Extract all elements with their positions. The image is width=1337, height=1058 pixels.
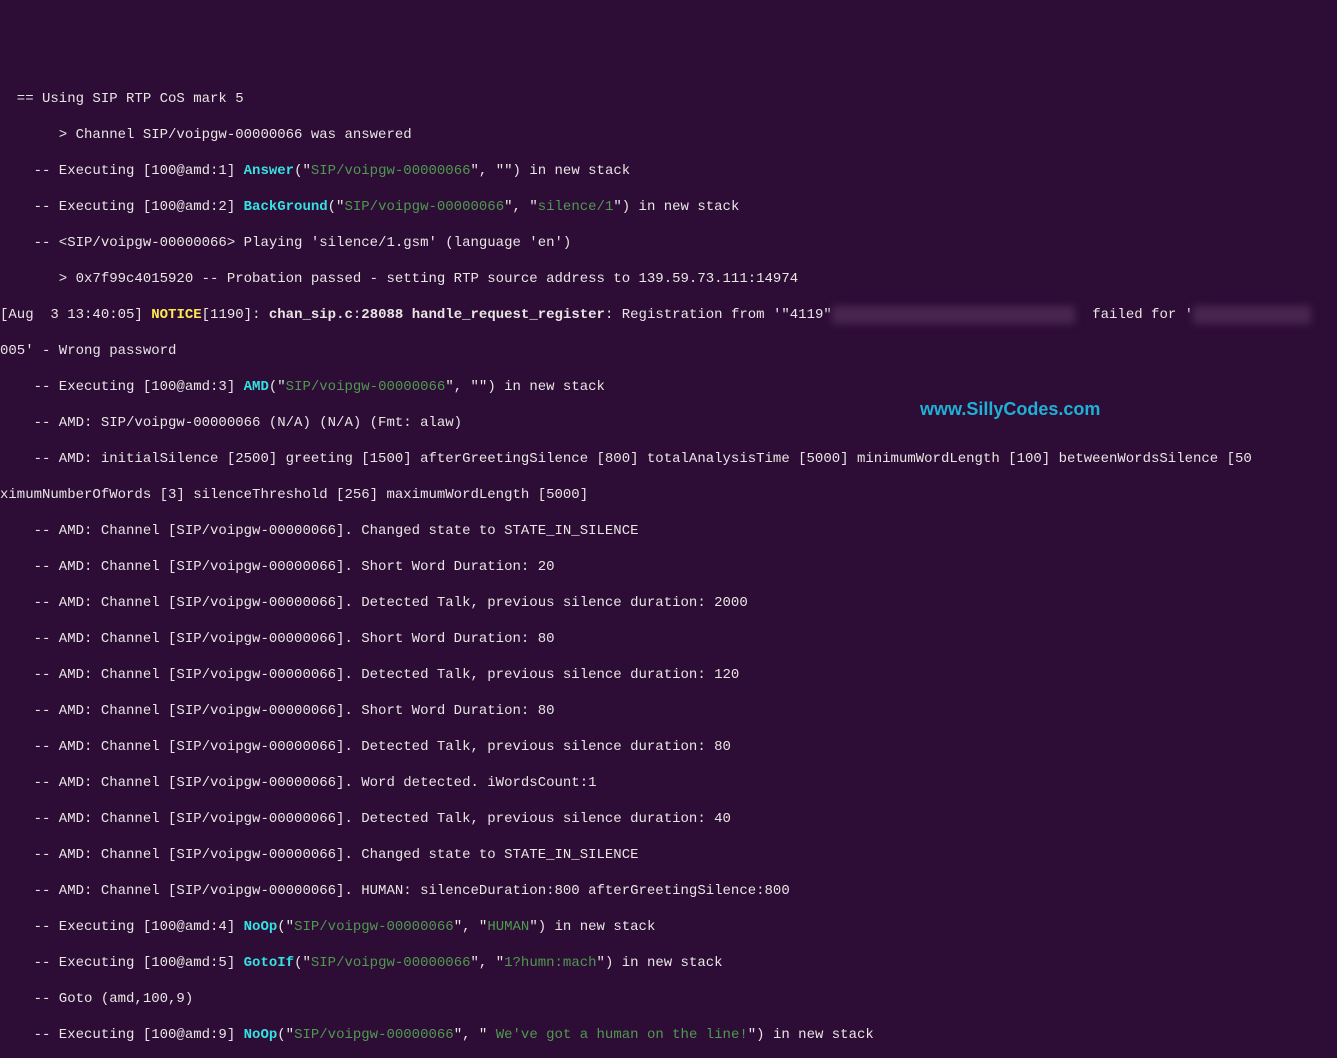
- log-line: > Channel SIP/voipgw-00000066 was answer…: [0, 126, 1337, 144]
- log-line: -- AMD: initialSilence [2500] greeting […: [0, 450, 1337, 468]
- log-line: -- AMD: Channel [SIP/voipgw-00000066]. S…: [0, 558, 1337, 576]
- log-line: -- AMD: Channel [SIP/voipgw-00000066]. C…: [0, 846, 1337, 864]
- log-line: -- AMD: Channel [SIP/voipgw-00000066]. D…: [0, 666, 1337, 684]
- redacted-text: xxxxxxxxx xxxx: [1193, 306, 1311, 324]
- log-line: -- AMD: Channel [SIP/voipgw-00000066]. D…: [0, 738, 1337, 756]
- log-line: 005' - Wrong password: [0, 342, 1337, 360]
- log-line: -- Executing [100@amd:3] AMD("SIP/voipgw…: [0, 378, 1337, 396]
- log-line: -- Executing [100@amd:4] NoOp("SIP/voipg…: [0, 918, 1337, 936]
- terminal-output: == Using SIP RTP CoS mark 5 > Channel SI…: [0, 72, 1337, 1058]
- log-line: -- AMD: SIP/voipgw-00000066 (N/A) (N/A) …: [0, 414, 1337, 432]
- log-line: -- Goto (amd,100,9): [0, 990, 1337, 1008]
- log-line: == Using SIP RTP CoS mark 5: [0, 90, 1337, 108]
- log-line: -- Executing [100@amd:9] NoOp("SIP/voipg…: [0, 1026, 1337, 1044]
- log-line: -- AMD: Channel [SIP/voipgw-00000066]. S…: [0, 630, 1337, 648]
- log-line: -- AMD: Channel [SIP/voipgw-00000066]. H…: [0, 882, 1337, 900]
- log-line: ximumNumberOfWords [3] silenceThreshold …: [0, 486, 1337, 504]
- log-line: -- <SIP/voipgw-00000066> Playing 'silenc…: [0, 234, 1337, 252]
- log-line: -- AMD: Channel [SIP/voipgw-00000066]. S…: [0, 702, 1337, 720]
- log-line: -- AMD: Channel [SIP/voipgw-00000066]. W…: [0, 774, 1337, 792]
- log-line: -- Executing [100@amd:1] Answer("SIP/voi…: [0, 162, 1337, 180]
- log-line: -- AMD: Channel [SIP/voipgw-00000066]. D…: [0, 810, 1337, 828]
- log-line: -- Executing [100@amd:5] GotoIf("SIP/voi…: [0, 954, 1337, 972]
- log-line: -- Executing [100@amd:2] BackGround("SIP…: [0, 198, 1337, 216]
- log-line: -- AMD: Channel [SIP/voipgw-00000066]. D…: [0, 594, 1337, 612]
- log-line: > 0x7f99c4015920 -- Probation passed - s…: [0, 270, 1337, 288]
- log-line: [Aug 3 13:40:05] NOTICE[1190]: chan_sip.…: [0, 306, 1337, 324]
- log-line: -- AMD: Channel [SIP/voipgw-00000066]. C…: [0, 522, 1337, 540]
- redacted-text: <xxxxxxx xxxxxxx xxxxxxx xxxx: [832, 306, 1076, 324]
